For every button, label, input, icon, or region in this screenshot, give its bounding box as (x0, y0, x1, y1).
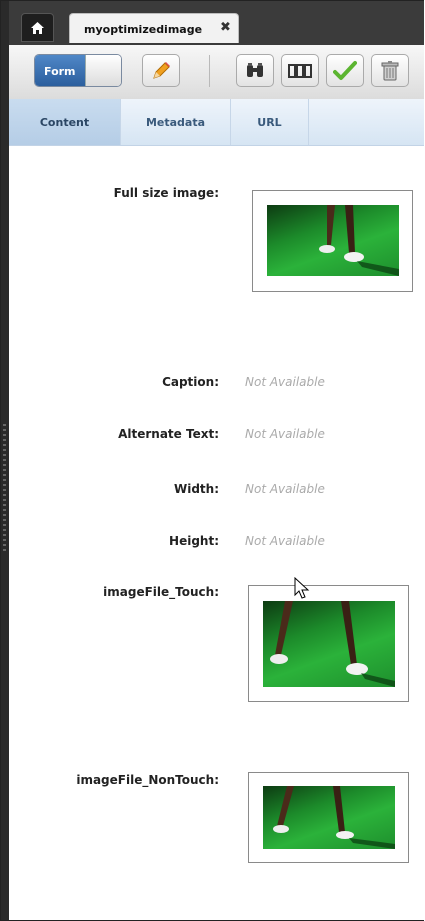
height-value: Not Available (245, 534, 325, 548)
toolbar: Form (9, 45, 424, 100)
document-tab[interactable]: myoptimizedimage ✖ (69, 13, 239, 43)
form-view-toggle[interactable]: Form (34, 54, 122, 87)
height-label: Height: (169, 534, 219, 548)
layout-button[interactable] (281, 54, 319, 87)
image-nontouch-frame[interactable] (248, 772, 409, 863)
caption-value: Not Available (245, 375, 325, 389)
alternate-text-label: Alternate Text: (118, 427, 219, 441)
image-touch-frame[interactable] (248, 585, 409, 702)
tab-bar: myoptimizedimage ✖ (9, 1, 424, 45)
pencil-icon (153, 61, 170, 79)
runner-legs-graphic (319, 205, 399, 276)
home-button[interactable] (21, 13, 54, 42)
binoculars-icon (247, 62, 263, 77)
section-tabs: Content Metadata URL (9, 99, 424, 146)
full-size-image-frame[interactable] (252, 190, 413, 292)
runner-legs-graphic (270, 601, 395, 687)
trash-icon (381, 60, 399, 80)
app-window: myoptimizedimage ✖ Form Content Metadata… (0, 0, 424, 921)
layout-icon (288, 63, 312, 78)
runner-legs-graphic (273, 786, 395, 849)
tab-content[interactable]: Content (9, 99, 121, 145)
image-touch (263, 601, 395, 687)
full-size-image-label: Full size image: (113, 186, 219, 200)
approve-button[interactable] (326, 54, 364, 87)
form-toggle-label: Form (44, 65, 76, 78)
tab-url[interactable]: URL (231, 99, 309, 145)
tab-metadata[interactable]: Metadata (121, 99, 231, 145)
image-nontouch-label: imageFile_NonTouch: (76, 773, 219, 787)
width-value: Not Available (245, 482, 325, 496)
caption-label: Caption: (162, 375, 219, 389)
image-touch-label: imageFile_Touch: (103, 585, 219, 599)
close-icon[interactable]: ✖ (220, 21, 231, 35)
toggle-on-segment: Form (35, 55, 85, 86)
find-button[interactable] (236, 54, 274, 87)
home-icon (31, 21, 44, 34)
width-label: Width: (173, 482, 219, 496)
delete-button[interactable] (371, 54, 409, 87)
mouse-cursor-icon (294, 577, 310, 599)
tab-title: myoptimizedimage (84, 23, 203, 36)
edit-button[interactable] (142, 54, 180, 87)
toggle-off-segment (85, 55, 121, 86)
splitter-grip[interactable] (3, 421, 6, 551)
left-splitter[interactable] (1, 1, 9, 920)
toolbar-separator (209, 55, 210, 87)
full-size-image (267, 205, 399, 276)
alternate-text-value: Not Available (245, 427, 325, 441)
checkmark-icon (333, 60, 357, 80)
image-nontouch (263, 786, 395, 849)
